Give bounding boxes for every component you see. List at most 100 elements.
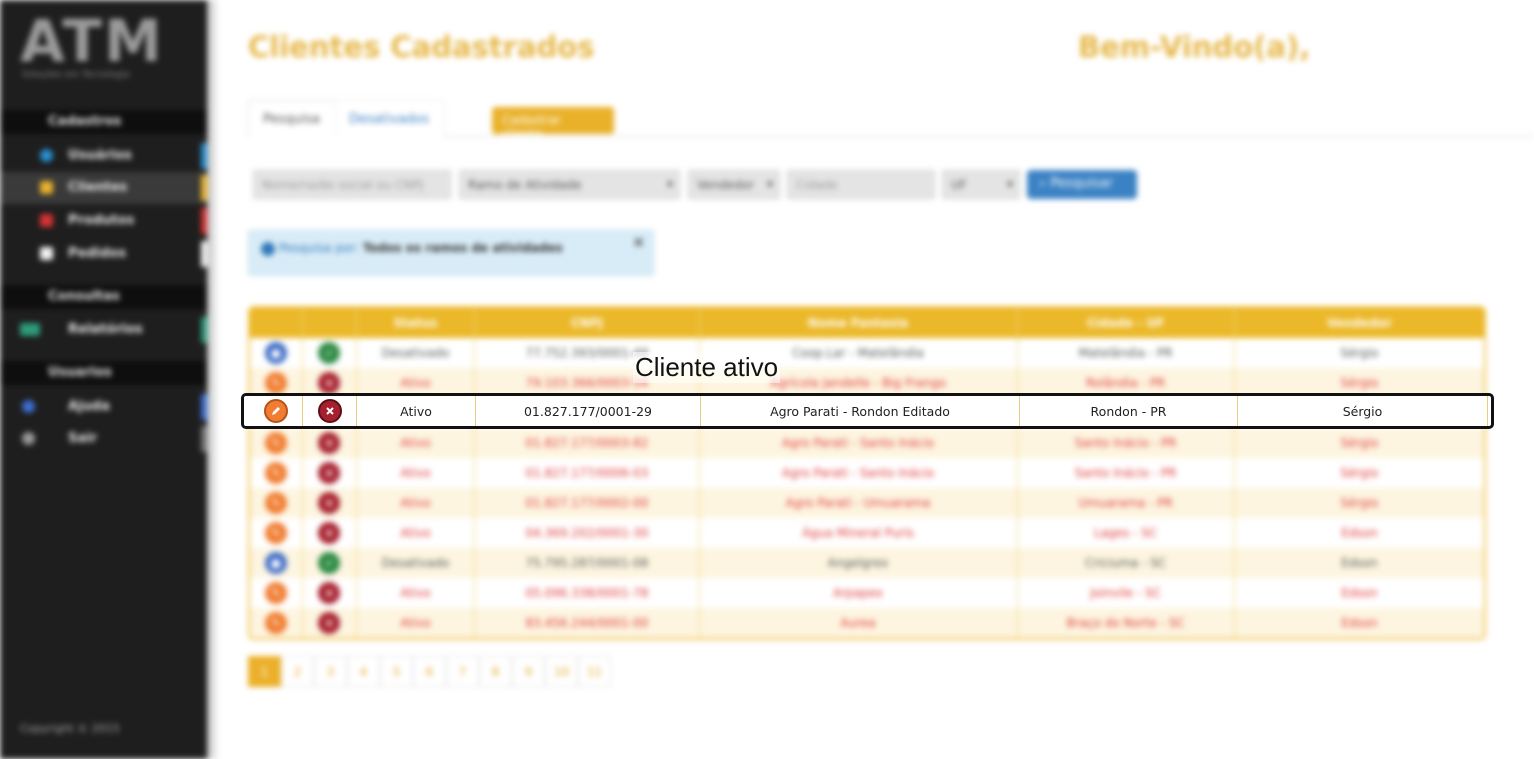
check-icon[interactable]: ✓ bbox=[318, 552, 341, 574]
deactivate-icon[interactable]: × bbox=[318, 432, 341, 454]
toggle-cell: ✓ bbox=[303, 548, 357, 578]
edit-cell: ✎ bbox=[250, 608, 303, 638]
page: ATM Soluções em Tecnologia Cadastros Usu… bbox=[0, 0, 1534, 759]
deactivate-cell bbox=[303, 396, 357, 426]
status-cell: Desativado bbox=[357, 548, 476, 578]
deactivate-icon[interactable]: × bbox=[318, 582, 341, 604]
sidebar-item-sair[interactable]: Sair bbox=[0, 423, 207, 455]
toggle-cell: × bbox=[303, 458, 357, 488]
sidebar-item-relatorios[interactable]: Relatórios bbox=[0, 314, 207, 346]
box-icon bbox=[40, 214, 53, 227]
status-cell: Ativo bbox=[357, 428, 476, 458]
page-button[interactable]: 3 bbox=[314, 656, 347, 687]
deactivate-icon[interactable]: × bbox=[318, 372, 341, 394]
sidebar-item-label: Pedidos bbox=[68, 246, 127, 261]
page-button[interactable]: 11 bbox=[578, 656, 611, 687]
edit-cell: ✎ bbox=[250, 488, 303, 518]
cnpj-cell: 01.827.177/0001-29 bbox=[476, 396, 701, 426]
header-status: Status bbox=[357, 308, 476, 338]
check-icon[interactable]: ✓ bbox=[318, 342, 341, 364]
ramo-select[interactable]: Ramo de Atividade ▾ bbox=[459, 170, 680, 199]
document-icon bbox=[40, 247, 53, 260]
cidade-uf-cell: Santo Inácio - PR bbox=[1018, 428, 1235, 458]
uf-select[interactable]: UF ▾ bbox=[942, 170, 1020, 199]
vendedor-cell: Sérgio bbox=[1340, 466, 1379, 480]
tab-desativados[interactable]: Desativados bbox=[334, 100, 445, 137]
vendedor-cell: Edson bbox=[1341, 556, 1378, 570]
deactivate-icon[interactable]: × bbox=[318, 522, 341, 544]
info-icon[interactable]: ● bbox=[264, 552, 287, 574]
page-button[interactable]: 10 bbox=[545, 656, 578, 687]
sidebar-item-ajuda[interactable]: Ajuda bbox=[0, 391, 207, 423]
vendedor-cell: Edson bbox=[1341, 526, 1378, 540]
edit-icon[interactable]: ✎ bbox=[264, 522, 287, 544]
edit-icon[interactable]: ✎ bbox=[264, 492, 287, 514]
page-button[interactable]: 2 bbox=[281, 656, 314, 687]
page-title: Clientes Cadastrados bbox=[248, 30, 595, 64]
info-icon[interactable]: ● bbox=[264, 342, 287, 364]
sidebar-item-usuarios[interactable]: Usuários bbox=[0, 140, 207, 172]
deactivate-icon[interactable]: × bbox=[318, 612, 341, 634]
cidade-uf-cell: Braço do Norte - SC bbox=[1018, 608, 1235, 638]
edit-cell: ✎ bbox=[250, 428, 303, 458]
search-input[interactable]: Nome/razão social ou CNPJ bbox=[253, 170, 451, 199]
sidebar-item-label: Clientes bbox=[68, 180, 128, 195]
edit-icon[interactable]: ✎ bbox=[264, 462, 287, 484]
edit-icon[interactable]: ✎ bbox=[264, 372, 287, 394]
pagination: 1 2 3 4 5 6 7 8 9 10 11 bbox=[248, 656, 611, 687]
annotation-callout: Cliente ativo bbox=[633, 352, 781, 383]
status-cell: Desativado bbox=[357, 338, 476, 368]
sidebar-section-consultas: Consultas bbox=[0, 285, 207, 309]
toggle-cell: × bbox=[303, 428, 357, 458]
highlighted-row[interactable]: Ativo 01.827.177/0001-29 Agro Parati - R… bbox=[241, 393, 1494, 429]
toggle-cell: × bbox=[303, 518, 357, 548]
cnpj-cell: 01.827.177/0002-00 bbox=[475, 488, 700, 518]
page-button[interactable]: 6 bbox=[413, 656, 446, 687]
page-button[interactable]: 4 bbox=[347, 656, 380, 687]
edit-cell: ✎ bbox=[250, 578, 303, 608]
cidade-uf-cell: Rondon - PR bbox=[1020, 396, 1238, 426]
sidebar: ATM Soluções em Tecnologia Cadastros Usu… bbox=[0, 0, 207, 759]
user-icon bbox=[40, 149, 53, 162]
deactivate-button[interactable] bbox=[317, 399, 342, 423]
sidebar-item-label: Produtos bbox=[68, 213, 135, 228]
edit-icon[interactable]: ✎ bbox=[264, 612, 287, 634]
edit-icon[interactable]: ✎ bbox=[264, 582, 287, 604]
status-cell: Ativo bbox=[357, 518, 476, 548]
sidebar-item-clientes[interactable]: Clientes bbox=[0, 172, 207, 204]
edit-icon[interactable]: ✎ bbox=[264, 432, 287, 454]
copyright: Copyright © 2015 bbox=[20, 722, 120, 735]
alert-prefix: Pesquisa por: bbox=[278, 241, 359, 255]
status-cell: Ativo bbox=[357, 396, 476, 426]
clients-table: Status CNPJ Nome Fantasia Cidade - UF Ve… bbox=[248, 306, 1486, 640]
tab-pesquisa[interactable]: Pesquisa bbox=[248, 100, 335, 137]
table-row: ✎ × Ativo 01.827.177/0002-00 Agro Parati - U… bbox=[250, 488, 1484, 518]
edit-cell: ● bbox=[250, 338, 303, 368]
header-cell bbox=[250, 308, 303, 338]
page-button[interactable]: 1 bbox=[248, 656, 281, 687]
nome-fantasia-cell: Agro Parati - Santo Inácio bbox=[700, 428, 1018, 458]
sidebar-item-label: Sair bbox=[68, 431, 98, 446]
sidebar-item-produtos[interactable]: Produtos bbox=[0, 205, 207, 237]
header-cell bbox=[303, 308, 357, 338]
page-button[interactable]: 7 bbox=[446, 656, 479, 687]
sidebar-section-cadastros: Cadastros bbox=[0, 110, 207, 134]
search-button[interactable]: ⌕ Pesquisar bbox=[1027, 170, 1137, 199]
cnpj-cell: 83.456.244/0001-00 bbox=[475, 608, 700, 638]
help-icon bbox=[22, 400, 35, 413]
vendedor-select[interactable]: Vendedor ▾ bbox=[688, 170, 780, 199]
page-button[interactable]: 8 bbox=[479, 656, 512, 687]
deactivate-icon[interactable]: × bbox=[318, 492, 341, 514]
edit-button[interactable] bbox=[264, 399, 288, 423]
page-button[interactable]: 9 bbox=[512, 656, 545, 687]
page-button[interactable]: 5 bbox=[380, 656, 413, 687]
nome-fantasia-cell: Agro Parati - Umuarama bbox=[700, 488, 1018, 518]
search-icon: ⌕ bbox=[1039, 176, 1051, 191]
add-client-button[interactable]: Cadastrar cliente bbox=[492, 107, 614, 141]
deactivate-icon[interactable]: × bbox=[318, 462, 341, 484]
sidebar-item-pedidos[interactable]: Pedidos bbox=[0, 238, 207, 270]
close-icon[interactable]: × bbox=[632, 233, 645, 251]
table-row: ✎ × Ativo 04.369.202/0001-30 Água Mineral Pu… bbox=[250, 518, 1484, 548]
cidade-input[interactable]: Cidade bbox=[787, 170, 935, 199]
alert-text: Todos os ramos de atividades bbox=[362, 241, 563, 255]
